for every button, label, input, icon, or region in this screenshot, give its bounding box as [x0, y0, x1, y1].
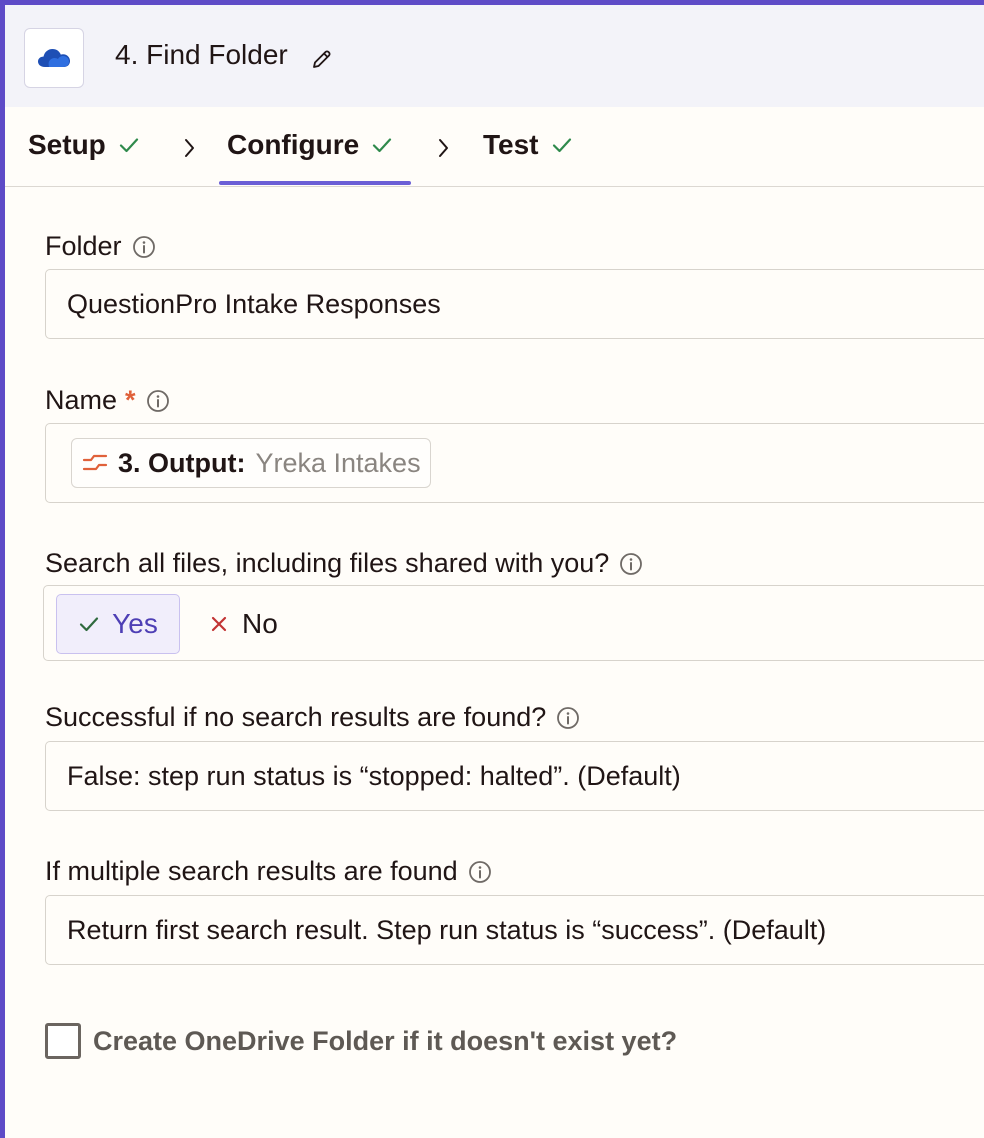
name-label: Name *: [45, 385, 170, 416]
no-results-select[interactable]: False: step run status is “stopped: halt…: [45, 741, 984, 811]
tab-configure[interactable]: Configure: [227, 129, 393, 161]
name-field[interactable]: 3. Output: Yreka Intakes: [45, 423, 984, 503]
step-panel: 4. Find Folder Setup Configure Test Fold…: [0, 0, 984, 1138]
create-folder-checkbox[interactable]: [45, 1023, 81, 1059]
chevron-right-icon: [185, 139, 194, 157]
info-icon[interactable]: [556, 706, 580, 730]
create-folder-label[interactable]: Create OneDrive Folder if it doesn't exi…: [93, 1026, 677, 1057]
folder-field[interactable]: QuestionPro Intake Responses: [45, 269, 984, 339]
multiple-results-label-text: If multiple search results are found: [45, 856, 458, 886]
tab-configure-label: Configure: [227, 129, 360, 160]
create-folder-row[interactable]: Create OneDrive Folder if it doesn't exi…: [45, 1023, 677, 1059]
no-label: No: [242, 608, 278, 639]
folder-label-text: Folder: [45, 231, 122, 261]
no-results-label-text: Successful if no search results are foun…: [45, 702, 547, 732]
folder-label: Folder: [45, 231, 156, 262]
check-icon: [552, 138, 571, 153]
folder-value: QuestionPro Intake Responses: [67, 288, 441, 319]
tab-test[interactable]: Test: [483, 129, 573, 161]
step-tabs: Setup Configure Test: [5, 107, 984, 187]
info-icon[interactable]: [468, 860, 492, 884]
chevron-right-icon: [439, 139, 448, 157]
yes-label: Yes: [112, 608, 158, 639]
step-title[interactable]: 4. Find Folder: [115, 39, 288, 71]
multiple-results-value: Return first search result. Step run sta…: [67, 914, 827, 945]
no-option[interactable]: No: [210, 594, 278, 654]
token-value: Yreka Intakes: [255, 447, 421, 478]
active-tab-indicator: [219, 181, 411, 185]
yes-option[interactable]: Yes: [56, 594, 180, 654]
check-icon: [373, 138, 392, 153]
multiple-results-label: If multiple search results are found: [45, 856, 492, 887]
tab-setup-label: Setup: [28, 129, 106, 160]
search-all-label-text: Search all files, including files shared…: [45, 548, 610, 578]
step-header: 4. Find Folder: [5, 5, 984, 107]
search-all-toggle: Yes No: [43, 585, 984, 661]
required-marker: *: [125, 385, 136, 415]
search-all-label: Search all files, including files shared…: [45, 548, 643, 579]
tab-setup[interactable]: Setup: [28, 129, 140, 161]
output-token-pill[interactable]: 3. Output: Yreka Intakes: [71, 438, 431, 488]
no-results-label: Successful if no search results are foun…: [45, 702, 580, 733]
multiple-results-select[interactable]: Return first search result. Step run sta…: [45, 895, 984, 965]
info-icon[interactable]: [146, 389, 170, 413]
pencil-icon[interactable]: [310, 47, 334, 71]
token-output-label: 3. Output:: [118, 447, 246, 478]
formatter-icon: [82, 454, 108, 471]
name-label-text: Name: [45, 385, 118, 415]
x-icon: [211, 616, 227, 632]
info-icon[interactable]: [619, 552, 643, 576]
tab-test-label: Test: [483, 129, 539, 160]
onedrive-cloud-icon[interactable]: [24, 28, 84, 88]
info-icon[interactable]: [132, 235, 156, 259]
check-icon: [80, 617, 99, 632]
check-icon: [119, 138, 138, 153]
no-results-value: False: step run status is “stopped: halt…: [67, 760, 681, 791]
